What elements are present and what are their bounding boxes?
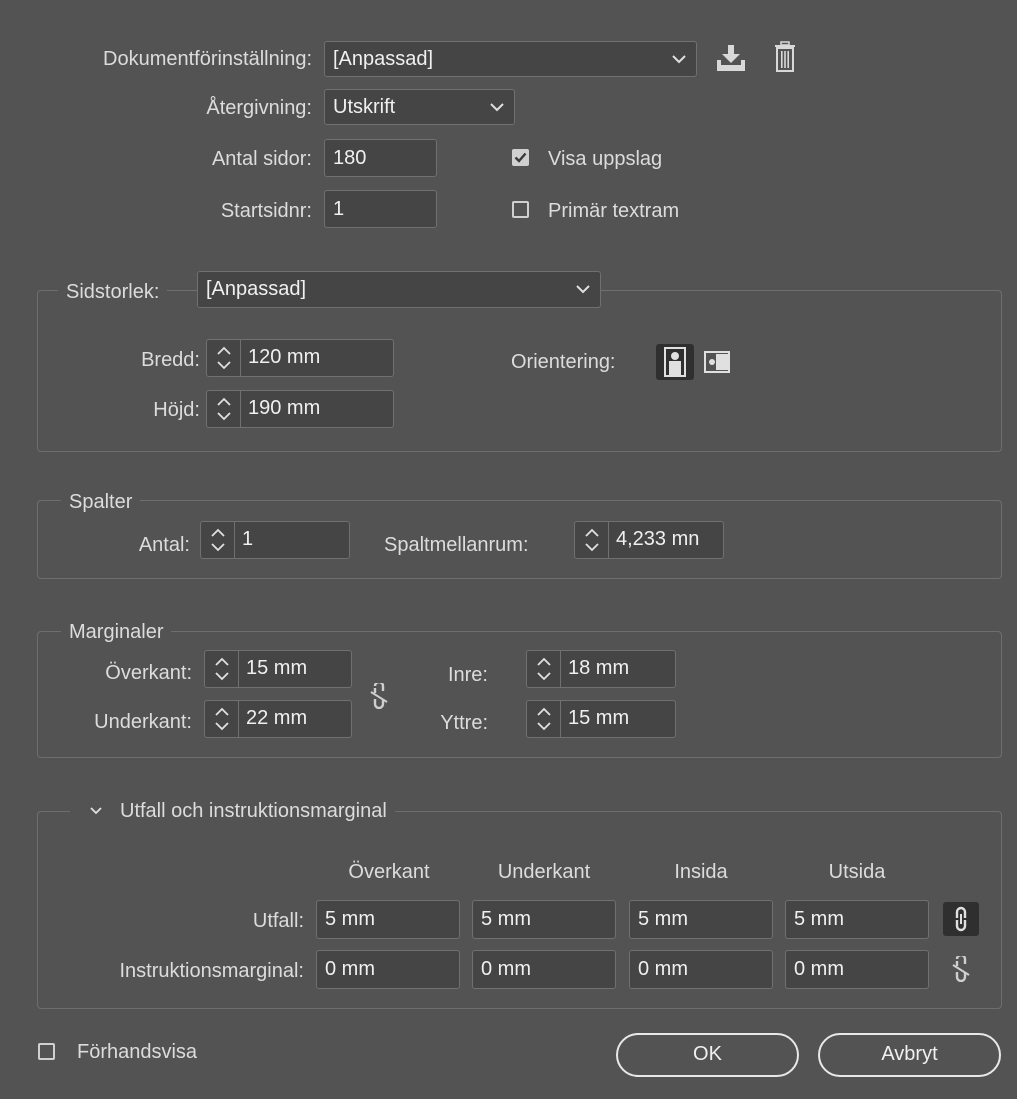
chevron-down-icon[interactable] [78, 807, 114, 815]
page-size-dropdown[interactable]: [Anpassad] [197, 271, 601, 308]
margin-bottom-value: 22 mm [246, 707, 308, 729]
preview-checkbox[interactable] [38, 1043, 55, 1060]
ok-button[interactable]: OK [616, 1033, 799, 1077]
margin-top-stepper[interactable]: 15 mm [204, 650, 352, 688]
bleed-outside-input[interactable]: 5 mm [785, 900, 929, 939]
landscape-orientation-icon[interactable] [702, 344, 732, 380]
bleed-top-input[interactable]: 5 mm [316, 900, 460, 939]
orientation-label: Orientering: [511, 351, 616, 373]
primary-text-frame-checkbox[interactable] [512, 201, 529, 218]
bleed-bottom-input[interactable]: 5 mm [472, 900, 616, 939]
render-label: Återgivning: [206, 97, 312, 119]
trash-icon[interactable] [770, 40, 800, 74]
margin-top-value: 15 mm [246, 657, 308, 679]
slug-label: Instruktionsmarginal: [119, 960, 304, 982]
bleed-header-bottom: Underkant [497, 861, 591, 883]
portrait-orientation-icon[interactable] [656, 344, 694, 380]
chevron-down-icon [672, 42, 686, 76]
stepper-arrows-icon[interactable] [207, 340, 241, 376]
render-dropdown[interactable]: Utskrift [324, 89, 515, 125]
facing-pages-label: Visa uppslag [548, 148, 663, 170]
preset-value: [Anpassad] [333, 48, 434, 70]
stepper-arrows-icon[interactable] [575, 522, 609, 558]
margin-inside-stepper[interactable]: 18 mm [526, 650, 676, 688]
height-value: 190 mm [248, 397, 321, 419]
margins-group [37, 631, 1002, 758]
width-label: Bredd: [141, 349, 200, 371]
columns-count-stepper[interactable]: 1 [200, 521, 350, 559]
gutter-value: 4,233 mn [616, 528, 700, 550]
margin-outside-stepper[interactable]: 15 mm [526, 700, 676, 738]
page-size-label: Sidstorlek: [58, 277, 168, 307]
chevron-down-icon [490, 90, 504, 124]
margin-top-label: Överkant: [105, 662, 192, 684]
margin-bottom-label: Underkant: [94, 711, 192, 733]
stepper-arrows-icon[interactable] [207, 391, 241, 427]
preset-dropdown[interactable]: [Anpassad] [324, 41, 697, 77]
page-size-value: [Anpassad] [206, 278, 307, 300]
width-value: 120 mm [248, 346, 321, 368]
stepper-arrows-icon[interactable] [205, 651, 239, 687]
columns-count-value: 1 [242, 528, 254, 550]
bleed-slug-title: Utfall och instruktionsmarginal [120, 800, 387, 822]
checkmark-icon [514, 152, 527, 163]
slug-top-input[interactable]: 0 mm [316, 950, 460, 989]
slug-bottom-input[interactable]: 0 mm [472, 950, 616, 989]
bleed-header-outside: Utsida [828, 861, 886, 883]
margin-outside-label: Yttre: [440, 712, 488, 734]
pages-label: Antal sidor: [211, 148, 312, 170]
stepper-arrows-icon[interactable] [205, 701, 239, 737]
height-stepper[interactable]: 190 mm [206, 390, 394, 428]
bleed-inside-input[interactable]: 5 mm [629, 900, 773, 939]
unlink-icon[interactable] [945, 953, 977, 985]
margin-inside-label: Inre: [447, 664, 488, 686]
pages-input[interactable]: 180 [324, 139, 437, 177]
facing-pages-checkbox[interactable] [512, 149, 529, 166]
preset-label: Dokumentförinställning: [103, 48, 312, 70]
stepper-arrows-icon[interactable] [527, 651, 561, 687]
bleed-header-top: Överkant [348, 861, 430, 883]
margins-title: Marginaler [61, 617, 172, 647]
columns-count-label: Antal: [138, 534, 190, 556]
start-page-label: Startsidnr: [220, 200, 312, 222]
bleed-header-inside: Insida [674, 861, 728, 883]
slug-inside-input[interactable]: 0 mm [629, 950, 773, 989]
chevron-down-icon [576, 272, 590, 307]
bleed-label: Utfall: [252, 910, 304, 932]
gutter-label: Spaltmellanrum: [384, 534, 529, 556]
link-icon[interactable] [943, 902, 979, 936]
margin-outside-value: 15 mm [568, 707, 630, 729]
bleed-slug-header[interactable]: Utfall och instruktionsmarginal [70, 796, 395, 826]
width-stepper[interactable]: 120 mm [206, 339, 394, 377]
height-label: Höjd: [153, 399, 200, 421]
margin-bottom-stepper[interactable]: 22 mm [204, 700, 352, 738]
stepper-arrows-icon[interactable] [201, 522, 235, 558]
unlink-icon[interactable] [364, 681, 394, 711]
cancel-button[interactable]: Avbryt [818, 1033, 1001, 1077]
columns-title: Spalter [61, 487, 141, 517]
render-value: Utskrift [333, 96, 396, 118]
primary-text-frame-label: Primär textram [548, 200, 680, 222]
slug-outside-input[interactable]: 0 mm [785, 950, 929, 989]
gutter-stepper[interactable]: 4,233 mn [574, 521, 724, 559]
stepper-arrows-icon[interactable] [527, 701, 561, 737]
start-page-input[interactable]: 1 [324, 190, 437, 228]
preview-label: Förhandsvisa [77, 1041, 198, 1063]
margin-inside-value: 18 mm [568, 657, 630, 679]
save-preset-icon[interactable] [712, 42, 750, 74]
